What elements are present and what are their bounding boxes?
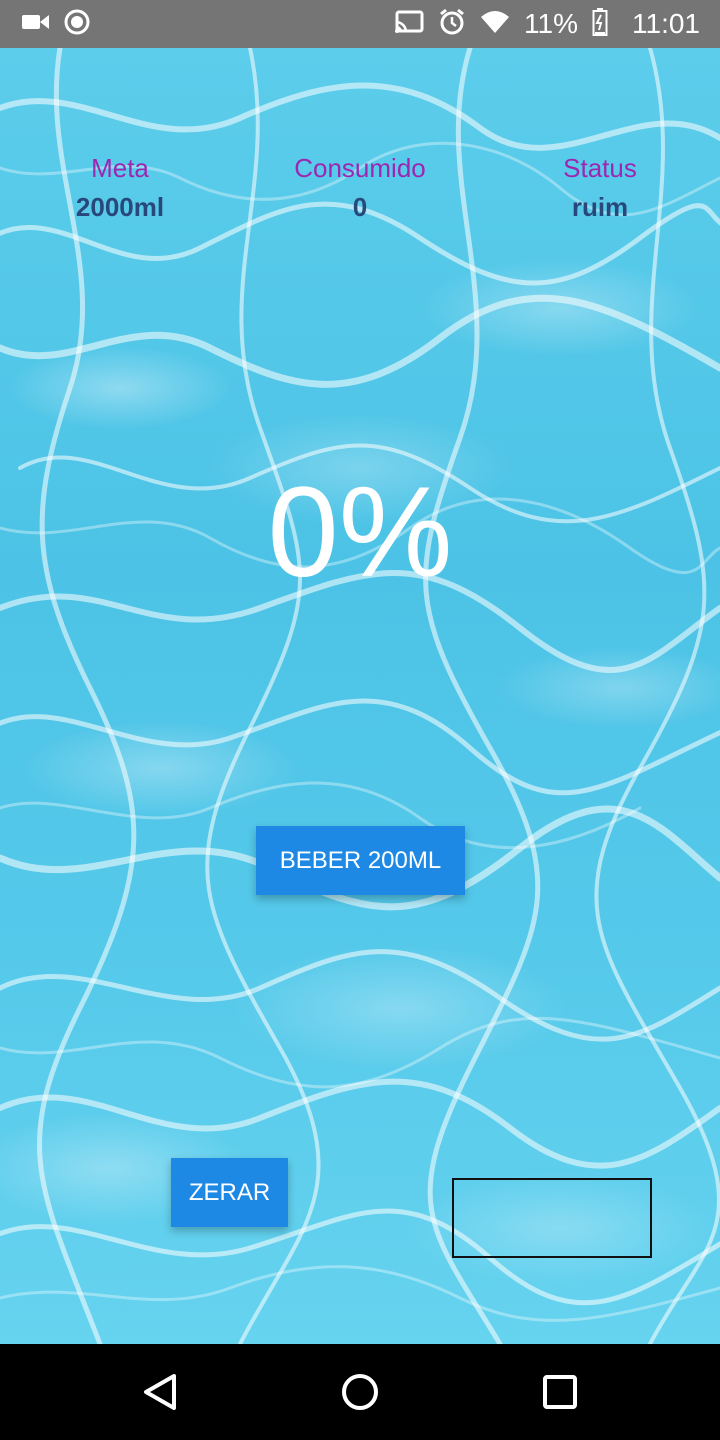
- navigation-bar: [0, 1344, 720, 1440]
- consumido-stat: Consumido 0: [240, 148, 480, 226]
- recents-icon[interactable]: [532, 1364, 588, 1420]
- drink-200ml-button[interactable]: BEBER 200ML: [256, 826, 465, 895]
- meta-label: Meta: [91, 153, 149, 183]
- meta-value: 2000ml: [75, 192, 165, 222]
- status-label: Status: [563, 153, 637, 183]
- status-value: ruim: [571, 192, 629, 222]
- empty-outlined-box: [452, 1178, 652, 1258]
- alarm-icon: [438, 8, 466, 40]
- cast-icon: [394, 10, 424, 38]
- home-icon[interactable]: [332, 1364, 388, 1420]
- status-bar: 11% 11:01: [0, 0, 720, 48]
- status-stat: Status ruim: [480, 148, 720, 226]
- progress-percent: 0%: [267, 461, 453, 604]
- video-camera-icon: [22, 12, 50, 36]
- battery-percent: 11%: [524, 8, 578, 39]
- pool-background: Meta 2000ml Consumido 0 Status ruim 0% B…: [0, 48, 720, 1344]
- consumido-label: Consumido: [294, 153, 426, 183]
- reset-button[interactable]: ZERAR: [171, 1158, 288, 1227]
- meta-stat: Meta 2000ml: [0, 148, 240, 226]
- battery-icon: [592, 8, 608, 40]
- clock: 11:01: [632, 8, 700, 39]
- wifi-icon: [480, 10, 510, 38]
- consumido-value: 0: [352, 192, 368, 222]
- back-icon[interactable]: [132, 1364, 188, 1420]
- water-caustics: [0, 48, 720, 1344]
- record-icon: [64, 9, 90, 39]
